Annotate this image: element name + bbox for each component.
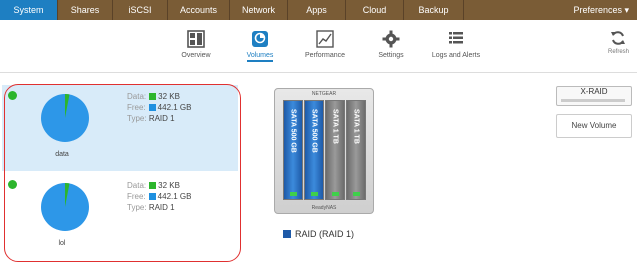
- type-row: Type: RAID 1: [127, 202, 191, 213]
- free-value: 442.1 GB: [157, 103, 192, 112]
- chassis-brand: NETGEAR: [311, 91, 337, 97]
- usage-pie: [41, 183, 89, 231]
- type-label: Type:: [127, 114, 147, 123]
- data-label: Data:: [127, 181, 147, 190]
- volumes-label: Volumes: [246, 52, 274, 62]
- disk-led: [353, 192, 360, 196]
- free-label: Free:: [127, 192, 146, 201]
- top-nav: System Shares iSCSI Accounts Network App…: [0, 0, 637, 20]
- refresh-label: Refresh: [607, 49, 629, 55]
- volume-card-lol[interactable]: lol Data: 32 KB Free: 442.1 GB Type: RAID …: [2, 174, 238, 260]
- tab-cloud[interactable]: Cloud: [346, 0, 404, 20]
- status-dot: [8, 91, 17, 100]
- xraid-label: X-RAID: [580, 87, 608, 96]
- disk-label: SATA 500 GB: [310, 109, 318, 153]
- volume-card-data[interactable]: data Data: 32 KB Free: 442.1 GB Type: RAID…: [2, 85, 238, 171]
- free-row: Free: 442.1 GB: [127, 102, 191, 113]
- disk-bay-3[interactable]: SATA 1 TB: [325, 100, 345, 200]
- toolbar: Overview Volumes Performance Settings Lo…: [0, 20, 637, 70]
- data-row: Data: 32 KB: [127, 91, 191, 102]
- xraid-toggle[interactable]: X-RAID: [556, 86, 632, 106]
- disk-label: SATA 500 GB: [289, 109, 297, 153]
- free-row: Free: 442.1 GB: [127, 191, 191, 202]
- logs-label: Logs and Alerts: [431, 52, 481, 59]
- new-volume-button[interactable]: New Volume: [556, 114, 632, 138]
- raid-legend-label: RAID (RAID 1): [295, 229, 355, 239]
- disk-label: SATA 1 TB: [352, 109, 360, 144]
- free-value: 442.1 GB: [157, 192, 192, 201]
- usage-pie: [41, 94, 89, 142]
- disk-led: [290, 192, 297, 196]
- settings-label: Settings: [378, 52, 404, 59]
- disk-bay-4[interactable]: SATA 1 TB: [346, 100, 366, 200]
- performance-icon: [316, 30, 334, 48]
- volume-name: lol: [58, 240, 66, 247]
- disk-bay-1[interactable]: SATA 500 GB: [283, 100, 303, 200]
- disk-label: SATA 1 TB: [331, 109, 339, 144]
- free-legend-square: [148, 193, 156, 200]
- data-row: Data: 32 KB: [127, 180, 191, 191]
- tab-accounts[interactable]: Accounts: [168, 0, 230, 20]
- disk-led: [332, 192, 339, 196]
- tab-apps[interactable]: Apps: [288, 0, 346, 20]
- overview-button[interactable]: Overview: [176, 30, 216, 59]
- disk-led: [311, 192, 318, 196]
- type-row: Type: RAID 1: [127, 113, 191, 124]
- refresh-icon: [611, 31, 626, 45]
- data-legend-square: [149, 182, 157, 189]
- data-label: Data:: [127, 92, 147, 101]
- xraid-bar: [561, 99, 625, 102]
- free-label: Free:: [127, 103, 146, 112]
- tab-network[interactable]: Network: [230, 0, 288, 20]
- type-label: Type:: [127, 203, 147, 212]
- raid-legend: RAID (RAID 1): [283, 229, 354, 239]
- free-legend-square: [148, 104, 156, 111]
- data-legend-square: [149, 93, 157, 100]
- type-value: RAID 1: [148, 114, 175, 123]
- logs-button[interactable]: Logs and Alerts: [426, 30, 486, 59]
- settings-button[interactable]: Settings: [373, 30, 409, 59]
- disk-bay-2[interactable]: SATA 500 GB: [304, 100, 324, 200]
- type-value: RAID 1: [148, 203, 175, 212]
- volume-info: Data: 32 KB Free: 442.1 GB Type: RAID 1: [127, 180, 191, 213]
- raid-legend-square: [283, 230, 291, 238]
- toolbar-divider: [0, 72, 637, 73]
- volumes-button[interactable]: Volumes: [240, 30, 280, 62]
- list-icon: [449, 32, 463, 44]
- status-dot: [8, 180, 17, 189]
- tab-backup[interactable]: Backup: [404, 0, 464, 20]
- overview-label: Overview: [181, 52, 211, 59]
- tab-system[interactable]: System: [0, 0, 58, 20]
- volume-name: data: [55, 151, 69, 158]
- tab-shares[interactable]: Shares: [58, 0, 113, 20]
- performance-button[interactable]: Performance: [300, 30, 350, 59]
- chassis-model: ReadyNAS: [311, 205, 337, 211]
- data-value: 32 KB: [158, 92, 180, 101]
- preferences-menu[interactable]: Preferences ▾: [565, 0, 637, 20]
- volume-info: Data: 32 KB Free: 442.1 GB Type: RAID 1: [127, 91, 191, 124]
- performance-label: Performance: [304, 52, 346, 59]
- refresh-button[interactable]: Refresh: [608, 30, 629, 55]
- volumes-icon: [252, 31, 268, 47]
- nas-chassis: NETGEAR SATA 500 GB SATA 500 GB SATA 1 T…: [274, 88, 374, 214]
- gear-icon: [382, 30, 400, 48]
- overview-icon: [187, 30, 205, 48]
- data-value: 32 KB: [158, 181, 180, 190]
- tab-iscsi[interactable]: iSCSI: [113, 0, 168, 20]
